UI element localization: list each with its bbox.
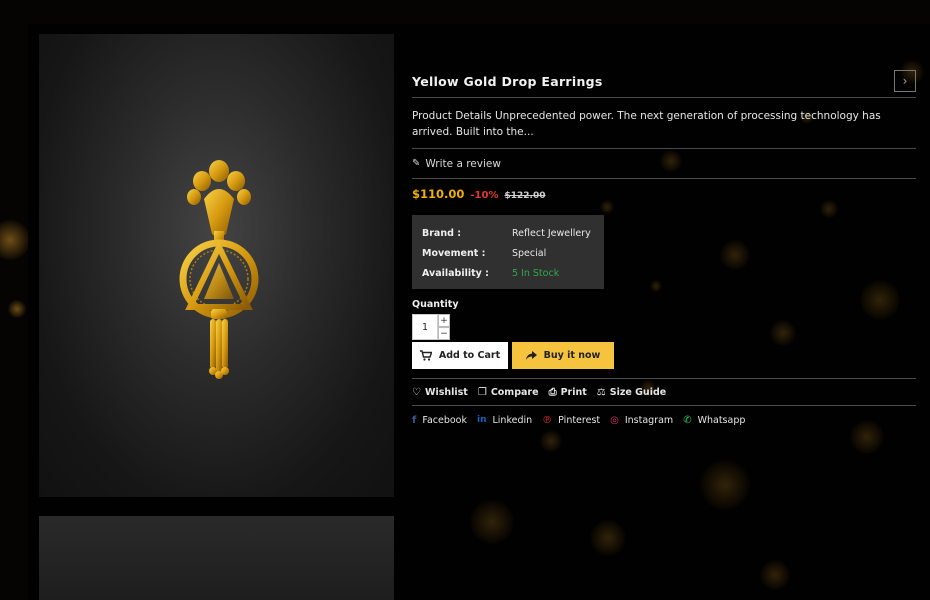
heart-icon: ♡ <box>412 386 421 398</box>
facebook-share-link[interactable]: f Facebook <box>412 415 467 426</box>
instagram-share-link[interactable]: ◎ Instagram <box>610 415 673 426</box>
next-product-button[interactable]: › <box>894 70 916 92</box>
pencil-icon: ✎ <box>412 158 421 169</box>
buy-now-button[interactable]: Buy it now <box>512 342 614 369</box>
spec-row-availability: Availability : 5 In Stock <box>422 263 594 283</box>
pinterest-share-link[interactable]: ℗ Pinterest <box>542 415 600 426</box>
write-review-link[interactable]: ✎ Write a review <box>412 149 916 179</box>
chevron-right-icon: › <box>902 74 908 88</box>
write-review-label: Write a review <box>425 158 501 170</box>
compare-label: Compare <box>490 387 539 398</box>
pinterest-icon: ℗ <box>542 414 553 426</box>
printer-icon: ⎙ <box>548 386 557 398</box>
old-price: $122.00 <box>504 191 546 201</box>
compare-link[interactable]: ❐ Compare <box>478 387 539 398</box>
wishlist-link[interactable]: ♡ Wishlist <box>412 387 468 398</box>
title-row: Yellow Gold Drop Earrings › <box>412 66 916 98</box>
linkedin-label: Linkedin <box>492 415 533 426</box>
whatsapp-icon: ✆ <box>683 414 692 426</box>
quantity-input[interactable]: 1 <box>412 314 438 340</box>
spec-value: Reflect Jewellery <box>512 227 591 239</box>
whatsapp-share-link[interactable]: ✆ Whatsapp <box>683 415 745 426</box>
product-thumbnail[interactable] <box>39 516 394 600</box>
spec-row-movement: Movement : Special <box>422 243 594 263</box>
spec-value: Special <box>512 247 547 259</box>
spec-key: Movement : <box>422 247 486 259</box>
current-price: $110.00 <box>412 187 465 201</box>
linkedin-icon: in <box>477 415 487 425</box>
facebook-icon: f <box>412 414 417 426</box>
product-main-image[interactable] <box>39 34 394 497</box>
quantity-decrease-button[interactable]: − <box>438 327 450 340</box>
price-row: $110.00 -10% $122.00 <box>412 179 916 209</box>
whatsapp-label: Whatsapp <box>697 415 746 426</box>
pinterest-label: Pinterest <box>558 415 601 426</box>
size-guide-icon: ⚖ <box>596 386 606 398</box>
discount-badge: -10% <box>470 190 499 201</box>
facebook-label: Facebook <box>422 415 467 426</box>
size-guide-link[interactable]: ⚖ Size Guide <box>597 387 666 398</box>
product-description: Product Details Unprecedented power. The… <box>412 98 916 149</box>
cart-icon <box>419 350 432 361</box>
gold-earring-image <box>179 160 259 379</box>
compare-icon: ❐ <box>477 386 487 398</box>
product-links: ♡ Wishlist ❐ Compare ⎙ Print ⚖ Size Guid… <box>412 378 916 406</box>
wishlist-label: Wishlist <box>424 387 468 398</box>
print-link[interactable]: ⎙ Print <box>549 387 587 398</box>
spec-row-brand: Brand : Reflect Jewellery <box>422 223 594 243</box>
spec-table: Brand : Reflect Jewellery Movement : Spe… <box>412 215 604 289</box>
quantity-increase-button[interactable]: + <box>438 314 450 327</box>
purchase-actions: Add to Cart Buy it now <box>412 342 916 369</box>
quantity-stepper: 1 + − <box>412 314 916 340</box>
social-share: f Facebook in Linkedin ℗ Pinterest ◎ Ins… <box>412 415 916 426</box>
product-details: Yellow Gold Drop Earrings › Product Deta… <box>412 66 916 426</box>
stock-status: 5 In Stock <box>512 267 560 279</box>
share-arrow-icon <box>525 351 537 360</box>
add-to-cart-label: Add to Cart <box>438 350 501 361</box>
add-to-cart-button[interactable]: Add to Cart <box>412 342 508 369</box>
spec-key: Availability : <box>422 267 489 279</box>
size-guide-label: Size Guide <box>609 387 667 398</box>
linkedin-share-link[interactable]: in Linkedin <box>477 415 532 426</box>
spec-key: Brand : <box>422 227 462 239</box>
quantity-label: Quantity <box>412 299 459 310</box>
instagram-label: Instagram <box>624 415 674 426</box>
print-label: Print <box>560 387 587 398</box>
product-title: Yellow Gold Drop Earrings <box>412 74 603 89</box>
buy-now-label: Buy it now <box>543 350 601 361</box>
instagram-icon: ◎ <box>610 414 619 426</box>
